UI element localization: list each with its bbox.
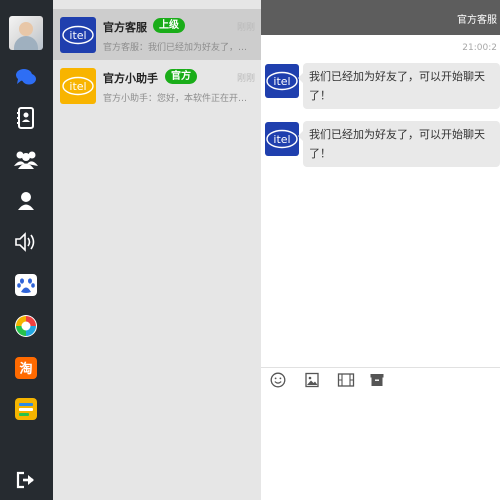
message-input[interactable]: [261, 392, 500, 500]
message-bubble: 我们已经加为好友了，可以开始聊天了！: [298, 121, 500, 167]
conversation-preview: 官方小助手：您好，本软件正在开发中，敬请期待: [103, 94, 255, 104]
conversation-name: 官方客服: [103, 21, 147, 34]
taobao-icon[interactable]: 淘: [12, 354, 40, 382]
baidu-paw-icon[interactable]: [12, 271, 40, 299]
video-icon[interactable]: [337, 371, 355, 389]
conversation-time: 刚刚: [236, 23, 255, 33]
itel-logo-icon: itel: [60, 68, 96, 104]
itel-logo-icon: itel: [60, 17, 96, 53]
sender-avatar-icon: itel: [265, 64, 299, 98]
svg-text:淘: 淘: [19, 361, 32, 377]
message-bubble: 我们已经加为好友了，可以开始聊天了！: [298, 63, 500, 109]
message-timestamp: 21:00:2: [462, 43, 497, 53]
conversation-preview: 官方客服：我们已经加为好友了，可以开始聊天了！: [103, 43, 255, 53]
input-divider: [261, 367, 500, 368]
contacts-book-icon[interactable]: [12, 104, 40, 132]
conversation-time: 刚刚: [236, 74, 255, 84]
group-icon[interactable]: [12, 145, 40, 173]
logo-text: itel: [69, 80, 86, 93]
chat-icon[interactable]: [12, 63, 40, 91]
logo-text: itel: [273, 133, 290, 146]
conversation-list: itel 官方客服 上级 刚刚 官方客服：我们已经加为好友了，可以开始聊天了！ …: [53, 0, 261, 500]
conversation-name: 官方小助手: [103, 72, 158, 85]
sidebar: 淘: [0, 0, 53, 500]
user-avatar[interactable]: [9, 16, 43, 50]
sender-avatar-icon: itel: [265, 122, 299, 156]
chat-title: 官方客服: [457, 15, 497, 26]
conversation-item-official-assistant[interactable]: itel 官方小助手 官方 刚刚 官方小助手：您好，本软件正在开发中，敬请期待: [53, 60, 261, 111]
archive-icon[interactable]: [368, 371, 386, 389]
chat-header: 官方客服: [261, 0, 500, 35]
logout-icon[interactable]: [12, 466, 40, 494]
role-badge: 上级: [153, 18, 185, 33]
speaker-icon[interactable]: [12, 228, 40, 256]
person-icon[interactable]: [12, 187, 40, 215]
logo-text: itel: [273, 75, 290, 88]
emoji-icon[interactable]: [269, 371, 287, 389]
logo-text: itel: [69, 29, 86, 42]
role-badge: 官方: [165, 69, 197, 84]
conversation-item-official-service[interactable]: itel 官方客服 上级 刚刚 官方客服：我们已经加为好友了，可以开始聊天了！: [53, 9, 261, 60]
video-app-icon[interactable]: [12, 312, 40, 340]
notes-app-icon[interactable]: [12, 395, 40, 423]
image-icon[interactable]: [303, 371, 321, 389]
